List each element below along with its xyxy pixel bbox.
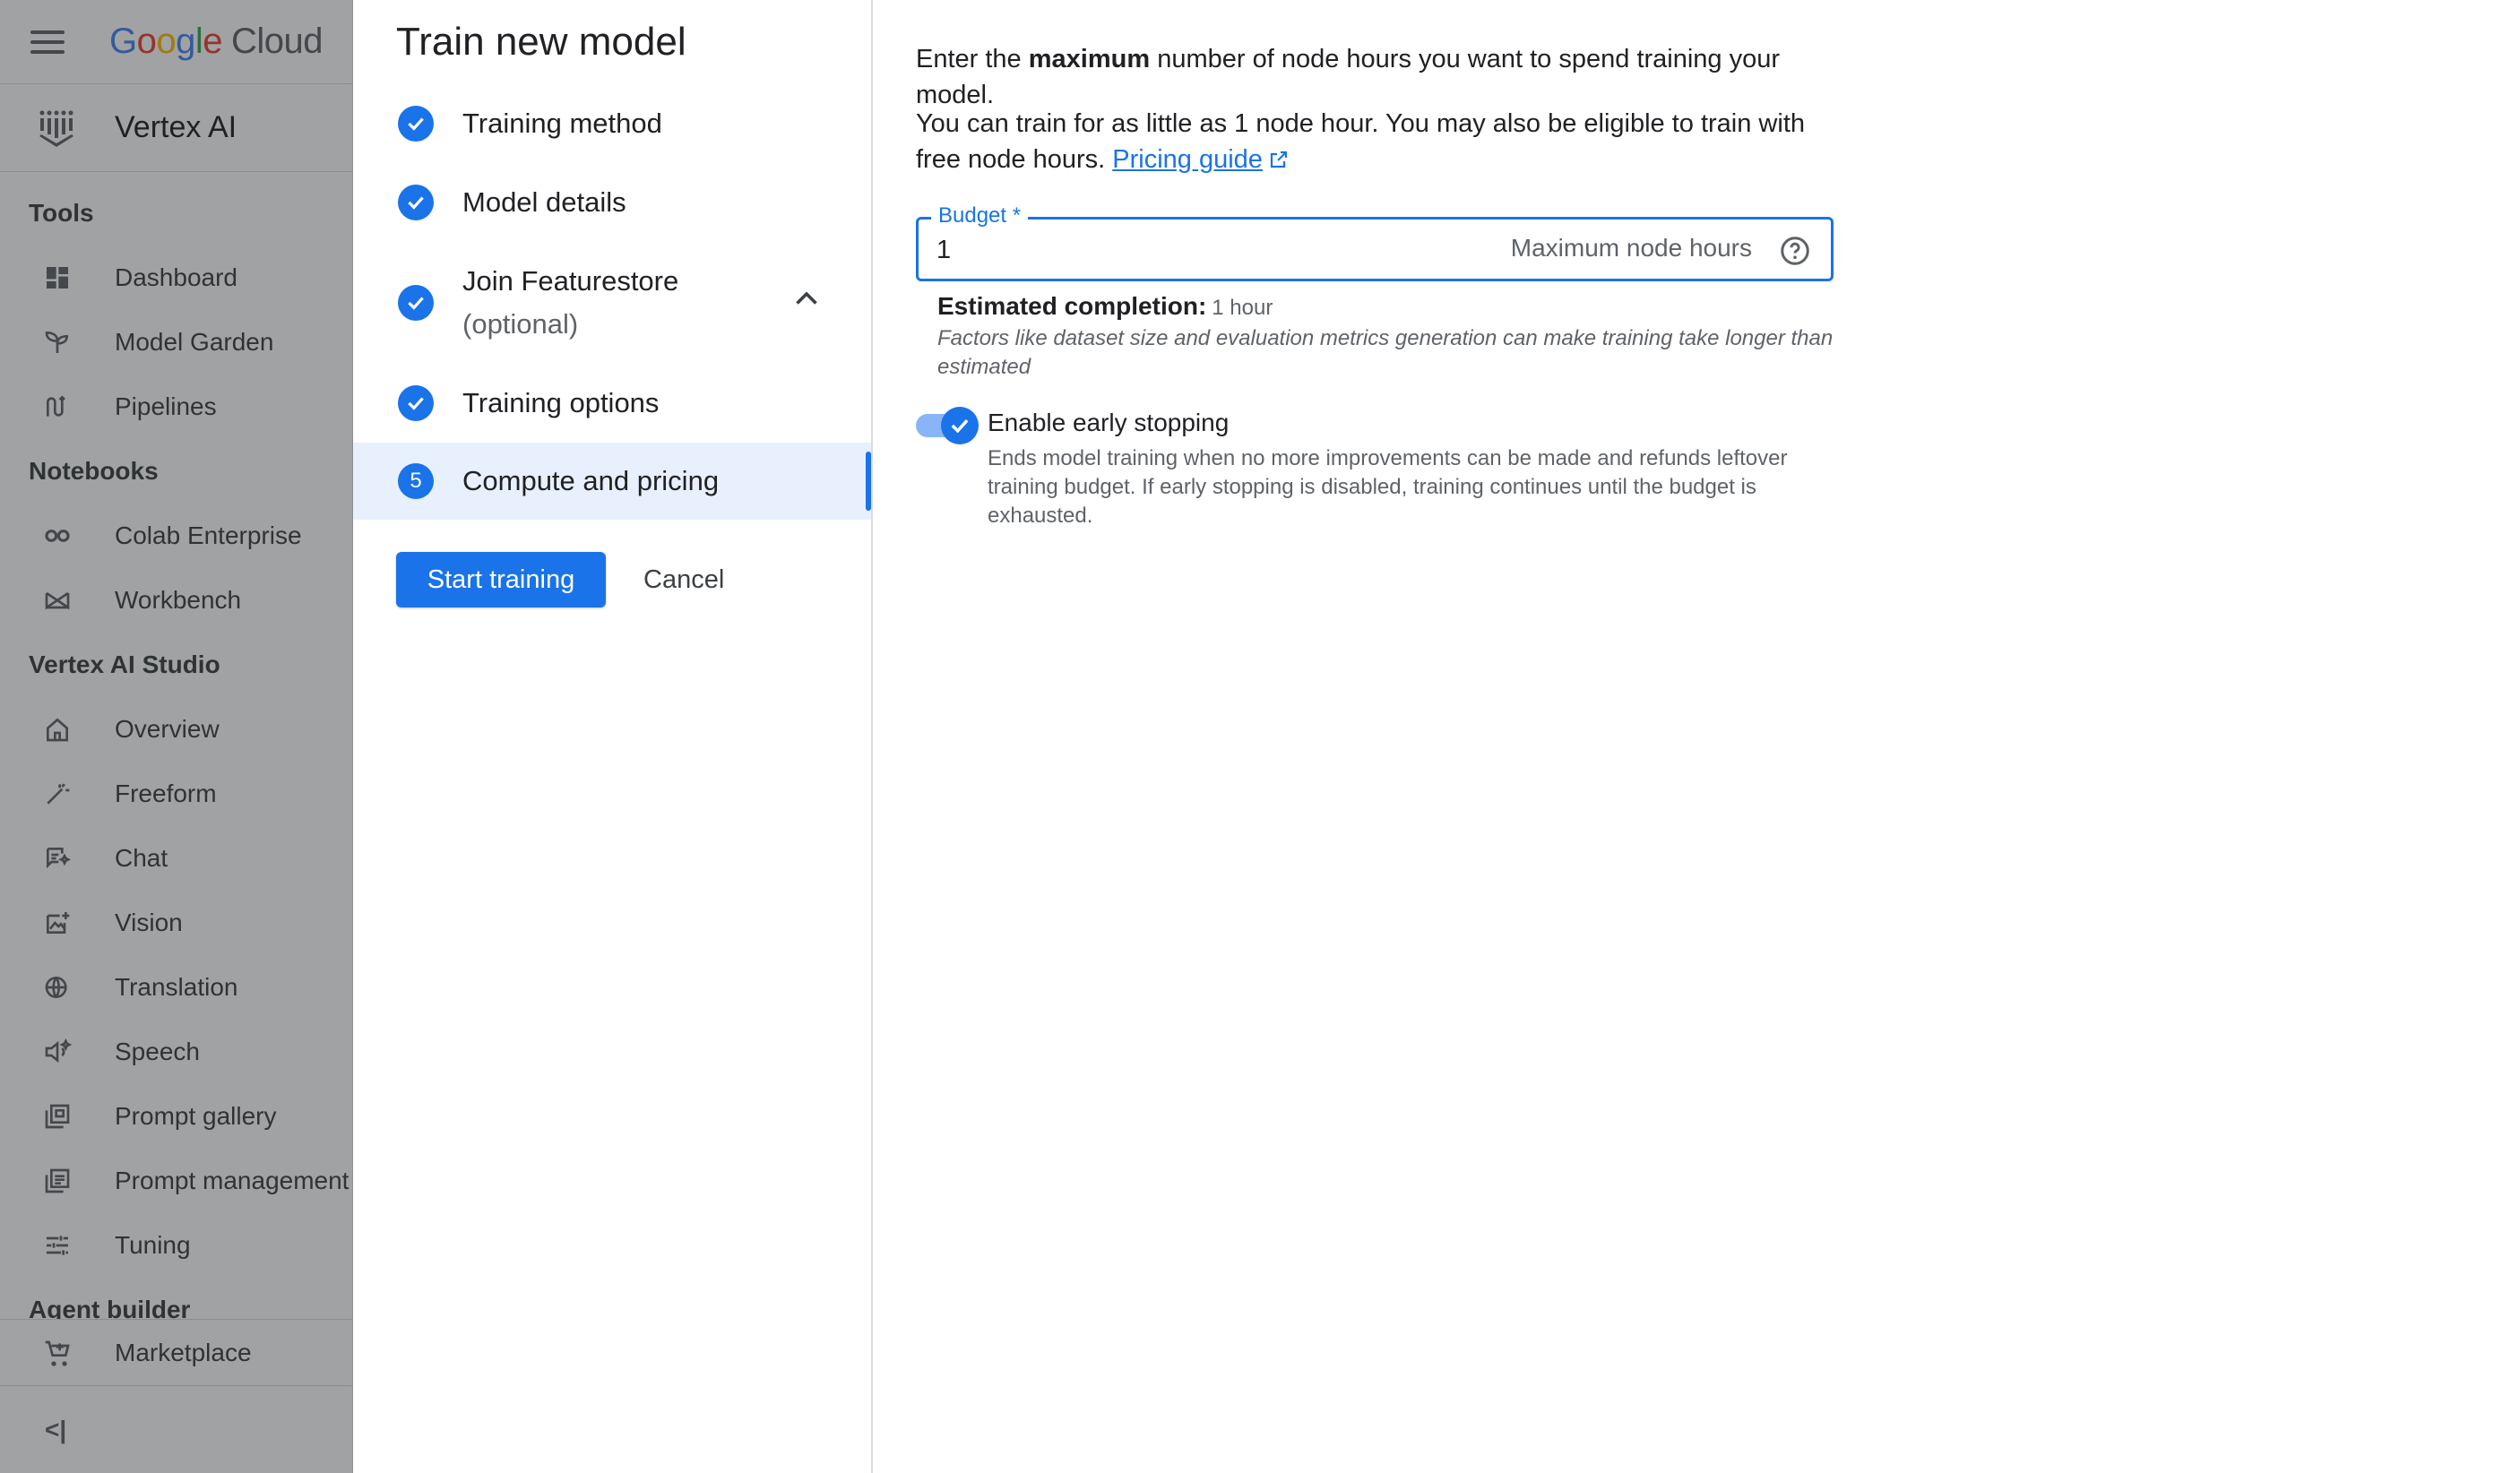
budget-input[interactable] [936,232,1474,268]
intro-text: Enter the maximum number of node hours y… [916,41,1848,113]
estimated-completion-value: 1 hour [1212,296,1273,320]
intro-text-bold: maximum [1028,45,1151,73]
step-label: Training options [462,387,660,418]
help-icon[interactable] [1779,235,1811,267]
step-label-group: Join Featurestore (optional) [462,260,678,346]
min-hours-sentence: You can train for as little as 1 node ho… [916,109,1806,174]
chevron-up-icon[interactable] [790,283,823,315]
external-link-icon [1270,151,1288,168]
early-stopping-description: Ends model training when no more improve… [988,446,1788,528]
budget-label: Budget * [931,203,1029,228]
step-model-details[interactable]: Model details [353,177,871,228]
check-circle-icon [398,285,434,321]
check-circle-icon [398,106,434,142]
estimated-completion-label: Estimated completion: [937,292,1207,320]
intro-text-pre: Enter the [916,45,1029,73]
compute-pricing-content: Enter the maximum number of node hours y… [873,0,2520,1473]
start-training-button[interactable]: Start training [396,552,606,607]
stepper-panel: Train new model Training method Model de… [353,0,873,1473]
step-sublabel: (optional) [462,308,579,340]
estimate-note: Factors like dataset size and evaluation… [937,326,1834,379]
cancel-button[interactable]: Cancel [627,552,740,607]
pricing-guide-link[interactable]: Pricing guide [1112,145,1290,174]
page-title: Train new model [396,20,686,64]
estimated-completion: Estimated completion: 1 hour [937,292,1273,321]
budget-suffix: Maximum node hours [1510,234,1752,262]
budget-field[interactable]: Budget * Maximum node hours [916,203,1834,281]
step-number-badge: 5 [398,463,434,499]
min-hours-text: You can train for as little as 1 node ho… [916,106,1848,177]
step-join-featurestore[interactable]: Join Featurestore (optional) [353,260,871,346]
step-training-method[interactable]: Training method [353,99,871,149]
modal-scrim[interactable] [0,0,353,1473]
pricing-guide-label: Pricing guide [1112,145,1263,174]
check-icon [941,407,979,444]
step-label: Join Featurestore [462,265,679,297]
step-label: Training method [462,108,662,139]
check-circle-icon [398,385,434,421]
step-training-options[interactable]: Training options [353,378,871,428]
check-circle-icon [398,185,434,220]
early-stopping-label[interactable]: Enable early stopping [988,409,1229,437]
step-label: Compute and pricing [462,465,720,496]
early-stopping-toggle[interactable] [916,407,979,444]
step-label: Model details [462,186,626,218]
step-compute-and-pricing[interactable]: 5 Compute and pricing [353,443,871,520]
